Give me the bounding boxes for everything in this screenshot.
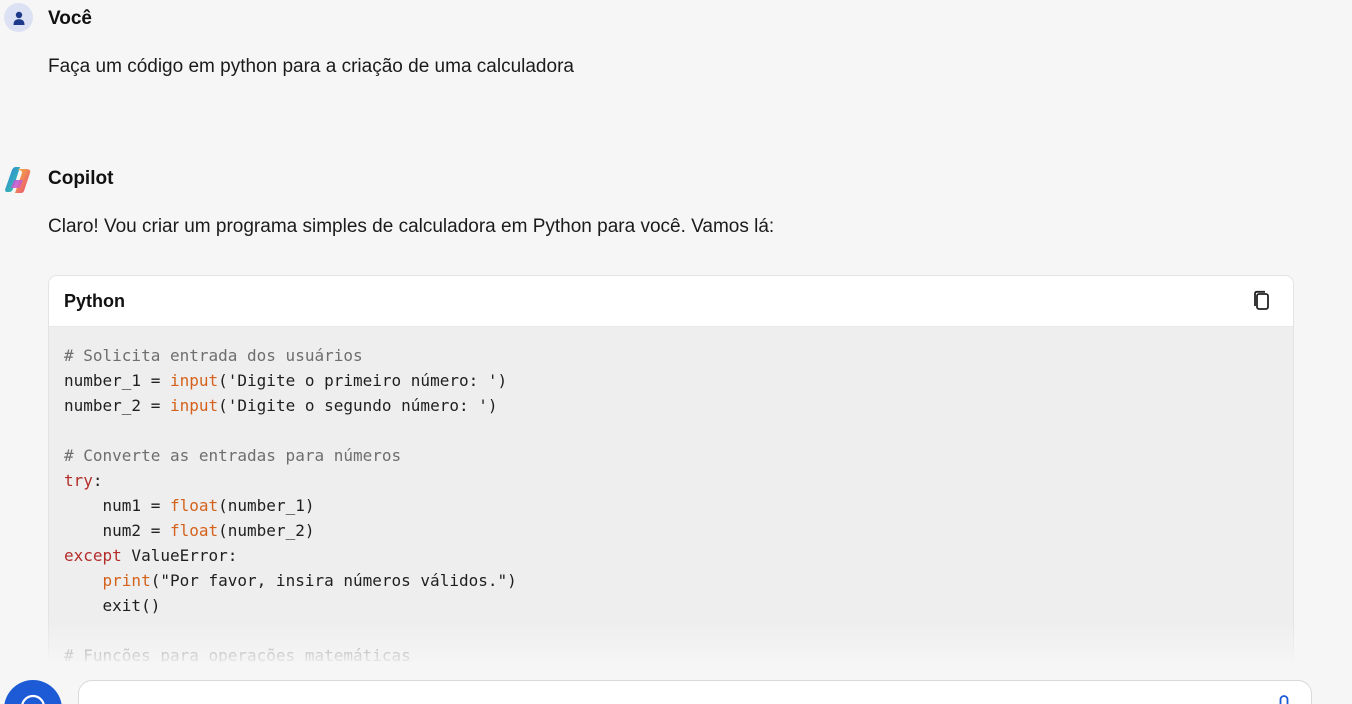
- copy-icon: [1254, 290, 1269, 310]
- code-token: exit(): [64, 596, 161, 615]
- code-token: # Solicita entrada dos usuários: [64, 346, 363, 365]
- code-line: exit(): [64, 593, 1293, 618]
- chat-bubble-icon: [21, 694, 45, 704]
- code-token: number_2 =: [64, 396, 170, 415]
- copilot-author-name: Copilot: [48, 168, 114, 189]
- code-token: (number_2): [218, 521, 315, 540]
- user-avatar-icon: [4, 3, 33, 32]
- code-token: try: [64, 471, 93, 490]
- code-line: # Solicita entrada dos usuários: [64, 343, 1293, 368]
- code-line: except ValueError:: [64, 543, 1293, 568]
- code-line: num1 = float(number_1): [64, 493, 1293, 518]
- code-token: (number_1): [218, 496, 315, 515]
- code-line: number_2 = input('Digite o segundo númer…: [64, 393, 1293, 418]
- code-language-label: Python: [64, 290, 125, 311]
- code-line: num2 = float(number_2): [64, 518, 1293, 543]
- code-token: input: [169, 371, 219, 390]
- code-token: num2 =: [64, 521, 170, 540]
- code-line: ​: [64, 418, 1293, 443]
- code-token: input: [169, 396, 219, 415]
- code-line: try:: [64, 468, 1293, 493]
- code-token: ('Digite o segundo número: '): [218, 396, 498, 415]
- code-block: Python # Solicita entrada dos usuários nu…: [48, 275, 1294, 677]
- user-message-text: Faça um código em python para a criação …: [48, 56, 574, 77]
- chat-page: Você Faça um código em python para a cri…: [0, 0, 1352, 704]
- code-line: # Converte as entradas para números: [64, 443, 1293, 468]
- code-token: ('Digite o primeiro número: '): [218, 371, 508, 390]
- code-token: ValueError:: [121, 546, 238, 565]
- code-token: :: [92, 471, 103, 490]
- copilot-message-text: Claro! Vou criar um programa simples de …: [48, 216, 775, 237]
- copilot-logo-icon: [2, 165, 34, 195]
- code-token: except: [64, 546, 122, 565]
- code-block-header: Python: [49, 276, 1293, 327]
- code-line: number_1 = input('Digite o primeiro núme…: [64, 368, 1293, 393]
- code-token: float: [169, 496, 219, 515]
- code-token: ("Por favor, insira números válidos."): [150, 571, 517, 590]
- code-token: float: [169, 521, 219, 540]
- code-token: print: [102, 571, 151, 590]
- chat-input-box[interactable]: [78, 680, 1312, 704]
- chat-input[interactable]: [99, 693, 1253, 704]
- scroll-fade: [0, 620, 1352, 665]
- code-token: # Converte as entradas para números: [64, 446, 402, 465]
- user-author-name: Você: [48, 8, 93, 29]
- code-token: num1 =: [64, 496, 170, 515]
- copy-code-button[interactable]: [1249, 288, 1275, 314]
- code-token: number_1 =: [64, 371, 170, 390]
- microphone-icon[interactable]: [1277, 695, 1291, 704]
- code-line: print("Por favor, insira números válidos…: [64, 568, 1293, 593]
